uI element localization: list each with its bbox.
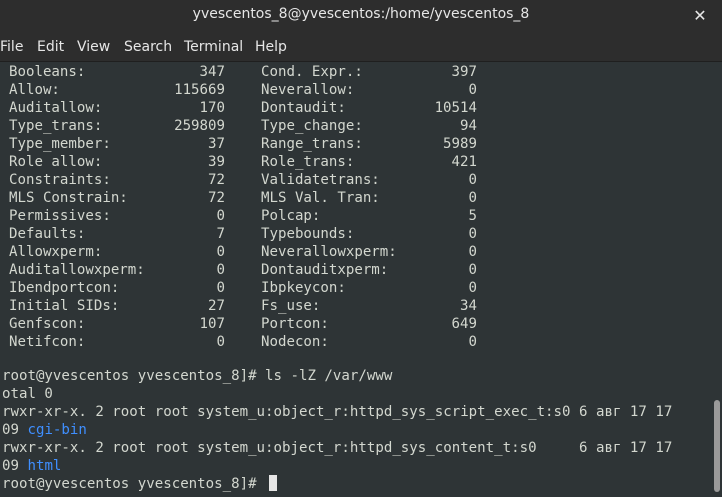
- stat-value: 5989: [443, 136, 477, 152]
- stat-label: Allowxperm:: [9, 244, 103, 260]
- stat-label: Dontaudit:: [261, 100, 346, 116]
- menu-file[interactable]: File: [0, 39, 23, 55]
- stat-value: 0: [468, 190, 478, 206]
- directory-name: cgi-bin: [27, 422, 87, 438]
- menu-search[interactable]: Search: [124, 39, 172, 55]
- window-title: yvescentos_8@yvescentos:/home/yvescentos…: [192, 6, 530, 22]
- stat-label: Polcap:: [261, 208, 321, 224]
- close-button[interactable]: ✕: [688, 3, 712, 27]
- listing-line-1-cont: 09 cgi-bin: [2, 421, 87, 439]
- scrollbar-thumb[interactable]: [714, 400, 720, 492]
- stat-label: Type_member:: [9, 136, 111, 152]
- menu-bar: File Edit View Search Terminal Help: [0, 31, 722, 62]
- listing-line-2: rwxr-xr-x. 2 root root system_u:object_r…: [2, 440, 673, 456]
- stat-label: MLS Val. Tran:: [261, 190, 380, 206]
- stat-label: Role allow:: [9, 154, 103, 170]
- stat-label: Role_trans:: [261, 154, 355, 170]
- stat-value: 0: [216, 208, 226, 224]
- listing-time: 09: [2, 458, 28, 474]
- prompt-text: root@yvescentos yvescentos_8]#: [2, 476, 266, 492]
- total-line: otal 0: [2, 386, 53, 402]
- stat-label: MLS Constrain:: [9, 190, 128, 206]
- listing-time: 09: [2, 422, 28, 438]
- stat-label: Netifcon:: [9, 334, 86, 350]
- stat-label: Fs_use:: [261, 298, 321, 314]
- prompt-line-current: root@yvescentos yvescentos_8]#: [2, 475, 278, 493]
- stat-value: 0: [468, 280, 478, 296]
- stat-label: Allow:: [9, 82, 60, 98]
- close-icon: ✕: [693, 5, 707, 25]
- stat-label: Booleans:: [9, 64, 86, 80]
- terminal-area[interactable]: Booleans: 347 Cond. Expr.: 397 Allow: 115669 N…: [0, 62, 722, 497]
- stat-label: Type_trans:: [9, 118, 103, 134]
- stat-value: 27: [208, 298, 225, 314]
- stat-label: Typebounds:: [261, 226, 355, 242]
- stat-label: Validatetrans:: [261, 172, 380, 188]
- stat-label: Initial SIDs:: [9, 298, 120, 314]
- stat-label: Portcon:: [261, 316, 329, 332]
- stat-value: 94: [460, 118, 477, 134]
- stat-label: Ibendportcon:: [9, 280, 120, 296]
- stat-value: 0: [468, 262, 478, 278]
- stat-label: Type_change:: [261, 118, 363, 134]
- stat-value: 0: [468, 226, 478, 242]
- listing-line-2-cont: 09 html: [2, 457, 61, 475]
- stat-value: 0: [216, 280, 226, 296]
- stat-label: Ibpkeycon:: [261, 280, 346, 296]
- stat-value: 10514: [434, 100, 477, 116]
- stat-value: 0: [468, 334, 478, 350]
- stat-value: 259809: [174, 118, 225, 134]
- stat-label: Permissives:: [9, 208, 111, 224]
- listing-line-1: rwxr-xr-x. 2 root root system_u:object_r…: [2, 404, 673, 420]
- stat-label: Auditallow:: [9, 100, 103, 116]
- stat-value: 0: [468, 82, 478, 98]
- stat-value: 421: [451, 154, 477, 170]
- stat-value: 107: [199, 316, 225, 332]
- menu-edit[interactable]: Edit: [37, 39, 64, 55]
- stat-value: 72: [208, 190, 225, 206]
- directory-name: html: [27, 458, 62, 474]
- stat-label: Neverallow:: [261, 82, 355, 98]
- stat-value: 0: [468, 244, 478, 260]
- stat-value: 170: [199, 100, 225, 116]
- stat-value: 115669: [174, 82, 225, 98]
- stat-label: Range_trans:: [261, 136, 363, 152]
- stat-value: 37: [208, 136, 225, 152]
- stat-value: 397: [451, 64, 477, 80]
- stat-value: 0: [468, 172, 478, 188]
- stat-value: 0: [216, 244, 226, 260]
- stat-value: 7: [216, 226, 226, 242]
- stat-label: Cond. Expr.:: [261, 64, 363, 80]
- stat-value: 347: [199, 64, 225, 80]
- stat-value: 39: [208, 154, 225, 170]
- stat-value: 649: [451, 316, 477, 332]
- stat-label: Auditallowxperm:: [9, 262, 145, 278]
- stat-value: 5: [468, 208, 478, 224]
- stat-value: 72: [208, 172, 225, 188]
- stat-label: Neverallowxperm:: [261, 244, 397, 260]
- stat-label: Defaults:: [9, 226, 86, 242]
- menu-view[interactable]: View: [77, 39, 110, 55]
- stat-value: 34: [460, 298, 477, 314]
- title-bar: yvescentos_8@yvescentos:/home/yvescentos…: [0, 0, 722, 31]
- stat-value: 0: [216, 262, 226, 278]
- menu-help[interactable]: Help: [255, 39, 287, 55]
- prompt-line: root@yvescentos yvescentos_8]# ls -lZ /v…: [2, 368, 393, 384]
- stat-label: Dontauditxperm:: [261, 262, 389, 278]
- stat-label: Genfscon:: [9, 316, 86, 332]
- stat-label: Nodecon:: [261, 334, 329, 350]
- stat-value: 0: [216, 334, 226, 350]
- menu-terminal[interactable]: Terminal: [184, 39, 243, 55]
- stat-label: Constraints:: [9, 172, 111, 188]
- text-cursor: [269, 475, 278, 491]
